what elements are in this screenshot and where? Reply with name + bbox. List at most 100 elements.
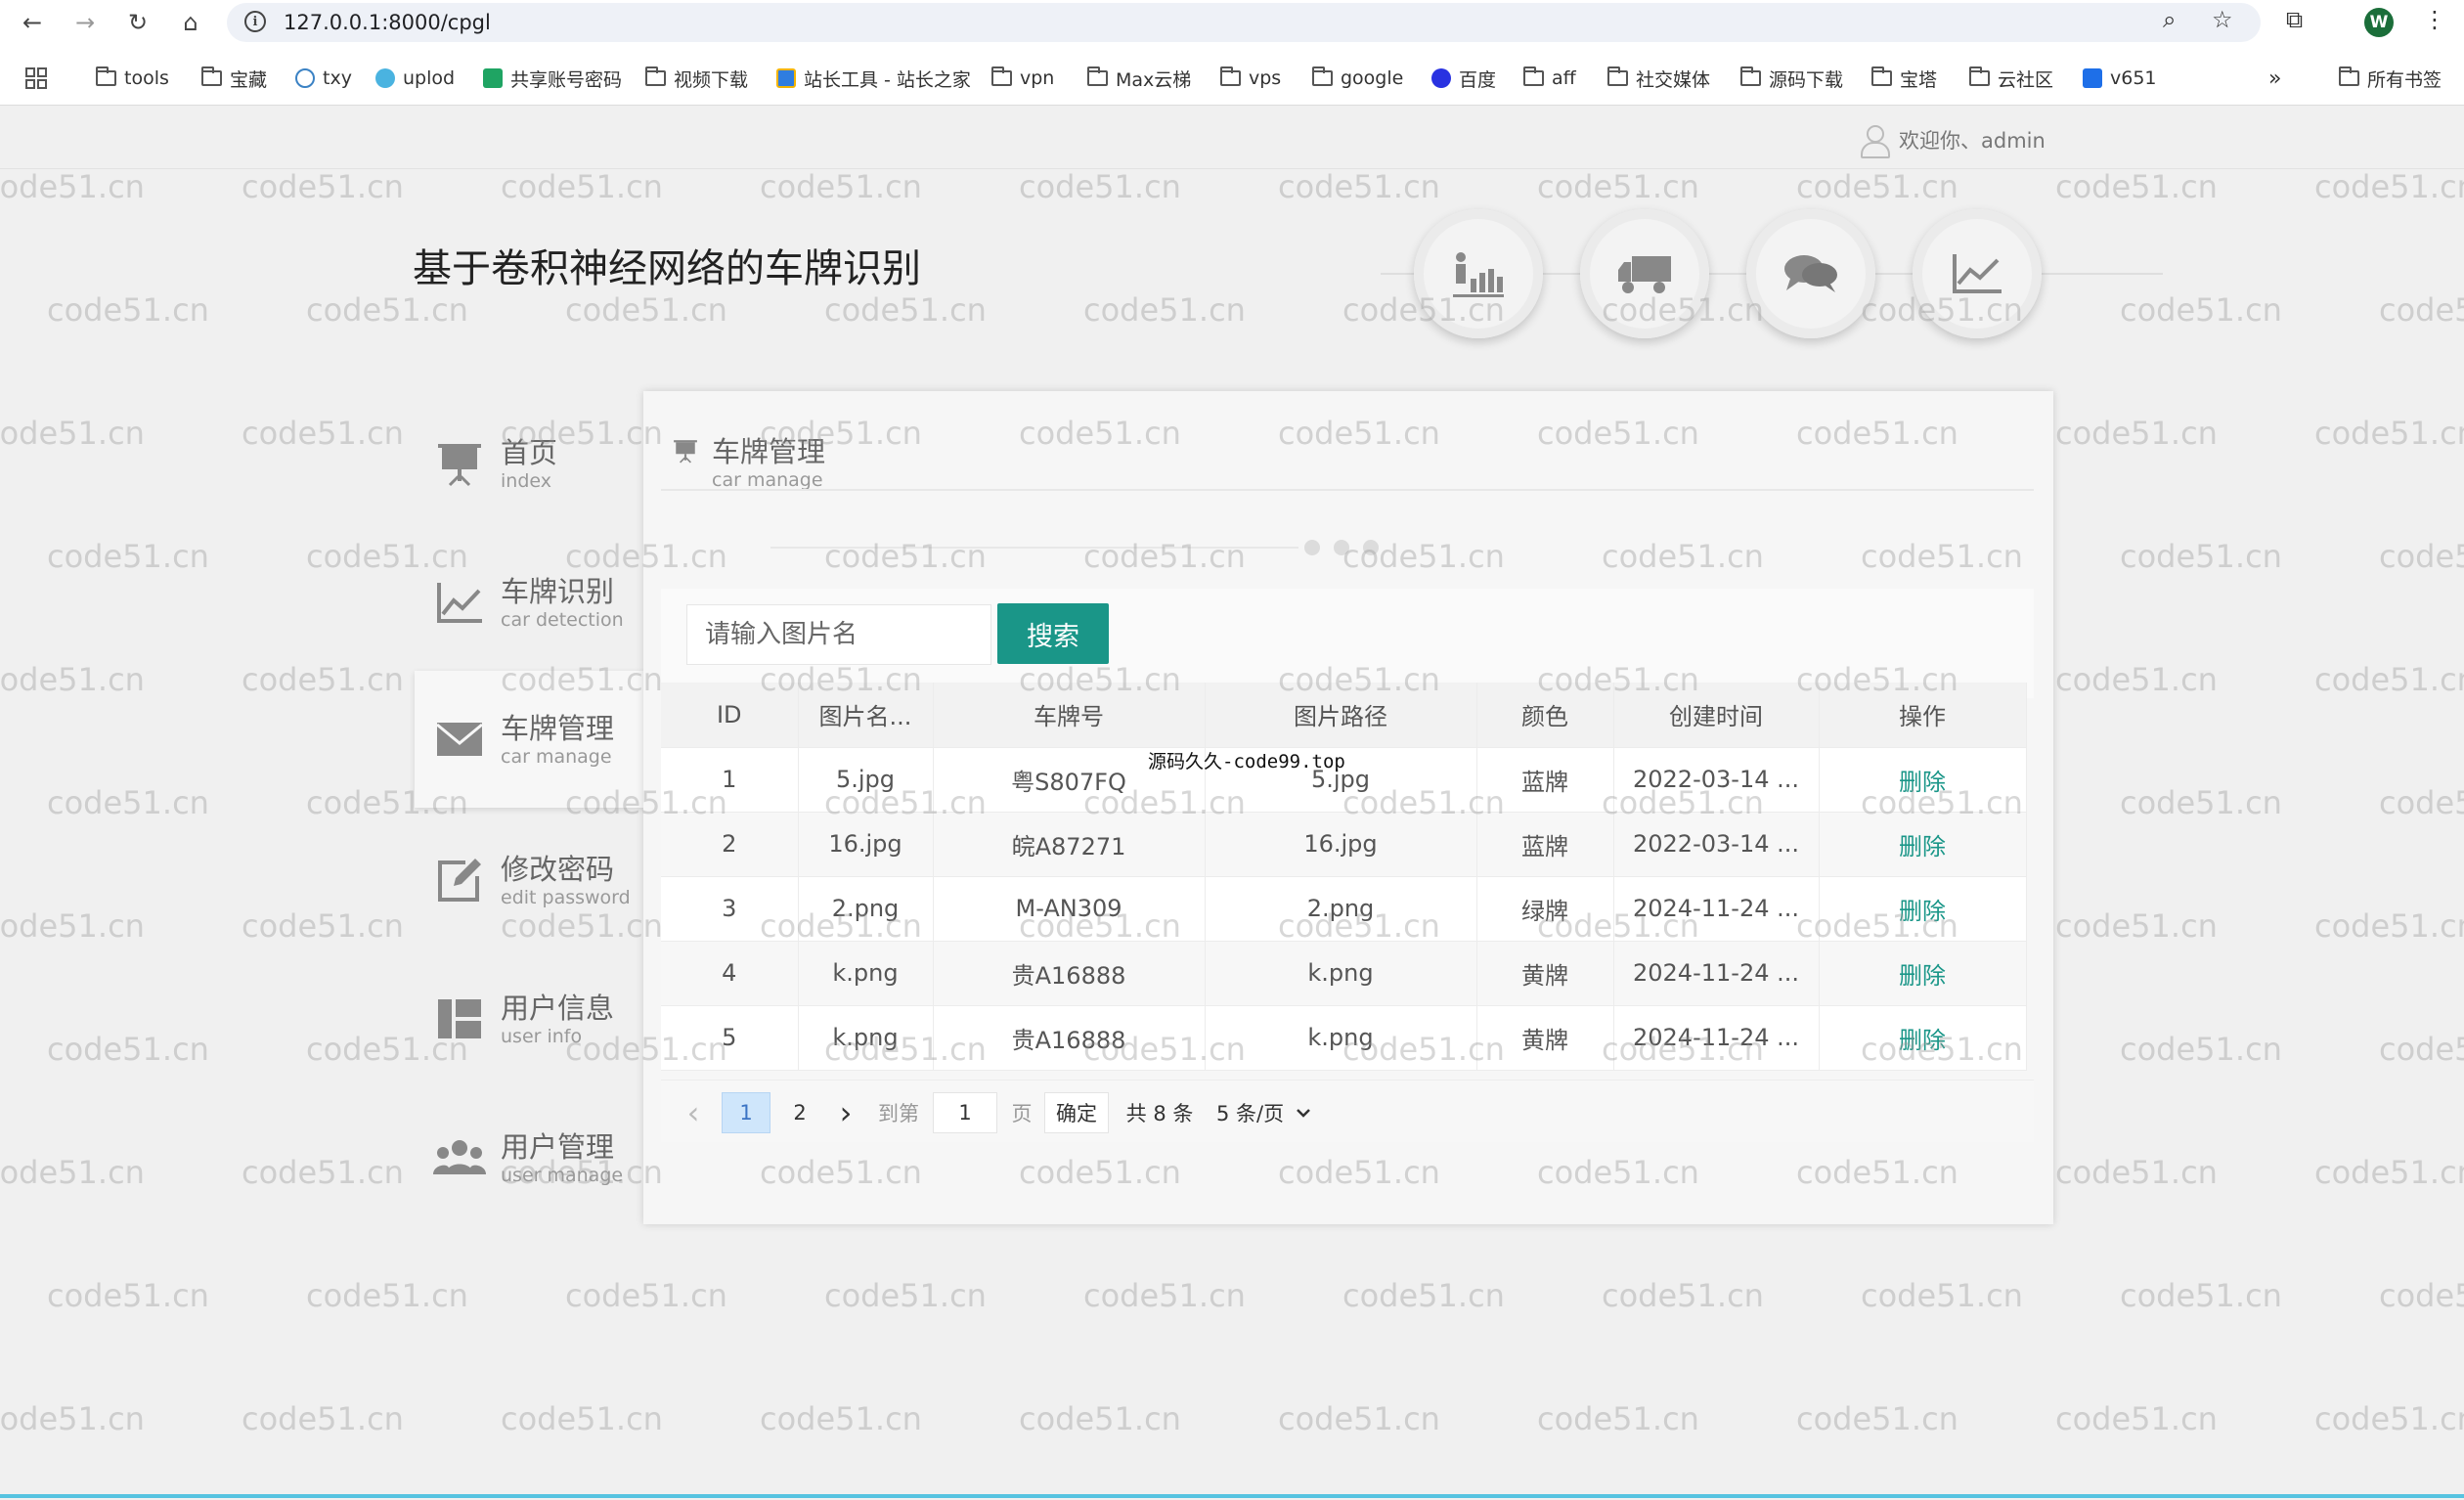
column-header-id[interactable]: ID [661, 683, 799, 748]
column-header-created-time[interactable]: 创建时间 [1613, 683, 1820, 748]
column-header-plate[interactable]: 车牌号 [933, 683, 1206, 748]
bookmark-baozang[interactable]: 宝藏 [201, 65, 267, 92]
back-icon[interactable]: ← [16, 6, 49, 39]
watermark-text: code51.cn [2379, 538, 2464, 575]
bookmark-vps[interactable]: vps [1220, 65, 1281, 92]
bookmark-vpn[interactable]: vpn [991, 65, 1054, 92]
bookmark-video-download[interactable]: 视频下载 [645, 65, 748, 92]
sidebar-item-label: 修改密码 [501, 853, 615, 886]
bookmark-label: 所有书签 [2367, 68, 2442, 91]
address-bar[interactable]: i 127.0.0.1:8000/cpgl [227, 3, 2261, 42]
cell-color: 蓝牌 [1476, 747, 1614, 813]
forward-icon[interactable]: → [68, 6, 102, 39]
watermark-text: code51.cn [2120, 1277, 2282, 1314]
watermark-text: code51.cn [0, 907, 145, 945]
prev-page-icon[interactable]: ‹ [681, 1092, 706, 1133]
welcome-user[interactable]: 欢迎你、admin [1858, 124, 2046, 158]
delete-button[interactable]: 删除 [1819, 876, 2027, 942]
folder-icon [1740, 66, 1761, 86]
page-2-button[interactable]: 2 [780, 1092, 819, 1133]
delete-button[interactable]: 删除 [1819, 941, 2027, 1006]
dot [1304, 540, 1320, 555]
delete-button[interactable]: 删除 [1819, 812, 2027, 877]
folder-icon [991, 66, 1012, 86]
cell-plate: 贵A16888 [933, 941, 1206, 1006]
search-input[interactable] [686, 604, 991, 665]
sidebar-item-user-manage[interactable]: 用户管理 user manage [415, 1089, 647, 1226]
reload-icon[interactable]: ↻ [121, 6, 154, 39]
sidebar-item-car-manage[interactable]: 车牌管理 car manage [415, 671, 647, 808]
panel-subtitle: car manage [712, 469, 823, 491]
column-header-color[interactable]: 颜色 [1476, 683, 1614, 748]
cell-id: 3 [661, 876, 799, 942]
sidebar-item-user-info[interactable]: 用户信息 user info [415, 950, 647, 1087]
all-bookmarks[interactable]: 所有书签 [2339, 65, 2442, 92]
circle-people-chart[interactable] [1414, 209, 1543, 338]
bookmark-star-icon[interactable]: ☆ [2212, 6, 2233, 33]
bookmark-aff[interactable]: aff [1523, 65, 1576, 92]
circle-line-chart[interactable] [1913, 209, 2042, 338]
column-header-image-path[interactable]: 图片路径 [1205, 683, 1477, 748]
bookmark-label: vpn [1020, 67, 1055, 89]
bookmark-label: 云社区 [1998, 68, 2054, 91]
page-1-button[interactable]: 1 [722, 1092, 770, 1133]
bookmark-baota[interactable]: 宝塔 [1871, 65, 1937, 92]
table-row[interactable]: 3 2.png M-AN309 2.png 绿牌 2024-11-24 ... … [661, 876, 2027, 942]
cell-image-name: k.png [798, 1005, 934, 1071]
delete-button[interactable]: 删除 [1819, 747, 2027, 813]
column-header-image-name[interactable]: 图片名... [798, 683, 934, 748]
cell-id: 2 [661, 812, 799, 877]
bookmark-cloud-community[interactable]: 云社区 [1969, 65, 2053, 92]
bookmark-shared-accounts[interactable]: 共享账号密码 [483, 65, 622, 92]
sidebar-item-edit-password[interactable]: 修改密码 edit password [415, 812, 647, 949]
goto-page-input[interactable]: 1 [933, 1092, 997, 1133]
cell-plate: 贵A16888 [933, 1005, 1206, 1071]
bookmark-tools[interactable]: tools [96, 65, 169, 92]
table-row[interactable]: 2 16.jpg 皖A87271 16.jpg 蓝牌 2022-03-14 ..… [661, 812, 2027, 877]
bookmark-google[interactable]: google [1312, 65, 1403, 92]
bookmark-social[interactable]: 社交媒体 [1607, 65, 1710, 92]
table-row[interactable]: 5 k.png 贵A16888 k.png 黄牌 2024-11-24 ... … [661, 1005, 2027, 1071]
watermark-text: code51.cn [2314, 415, 2464, 452]
bookmark-chinaz[interactable]: 站长工具 - 站长之家 [776, 65, 971, 92]
watermark-text: code51.cn [2314, 661, 2464, 698]
home-icon[interactable]: ⌂ [174, 6, 207, 39]
watermark-text: code51.cn [1019, 1400, 1181, 1437]
cell-image-name: 16.jpg [798, 812, 934, 877]
bookmark-v651[interactable]: v651 [2083, 65, 2157, 92]
bookmarks-overflow-icon[interactable]: » [2268, 65, 2281, 92]
zoom-icon[interactable]: ⌕ [2163, 6, 2176, 33]
sidebar-item-car-detection[interactable]: 车牌识别 car detection [415, 534, 647, 671]
people-chart-icon [1453, 252, 1504, 297]
sidebar-item-sublabel: edit password [501, 887, 631, 908]
table-header-row: ID 图片名... 车牌号 图片路径 颜色 创建时间 操作 [661, 683, 2027, 748]
line-chart-icon [1953, 254, 2002, 293]
search-button[interactable]: 搜索 [997, 603, 1109, 664]
circle-chat[interactable] [1746, 209, 1875, 338]
table-row[interactable]: 4 k.png 贵A16888 k.png 黄牌 2024-11-24 ... … [661, 941, 2027, 1006]
page-size-select[interactable]: 5 条/页 [1209, 1092, 1326, 1133]
apps-icon[interactable] [25, 65, 47, 92]
bookmark-uplod[interactable]: uplod [375, 65, 455, 92]
cloud-icon [375, 68, 395, 88]
watermark-text: code51.cn [0, 661, 145, 698]
circle-truck[interactable] [1580, 209, 1709, 338]
watermark-text: code51.cn [1342, 1277, 1505, 1314]
bookmark-max[interactable]: Max云梯 [1087, 65, 1191, 92]
mail-icon [430, 710, 489, 769]
extensions-icon[interactable]: ⧉ [2286, 6, 2303, 33]
bookmark-baidu[interactable]: 百度 [1431, 65, 1496, 92]
profile-avatar[interactable]: W [2364, 8, 2394, 37]
column-header-action[interactable]: 操作 [1819, 683, 2027, 748]
menu-icon[interactable]: ⋮ [2423, 6, 2446, 33]
bookmark-txy[interactable]: txy [295, 65, 352, 92]
delete-button[interactable]: 删除 [1819, 1005, 2027, 1071]
goto-confirm-button[interactable]: 确定 [1044, 1092, 1109, 1133]
site-info-icon[interactable]: i [244, 11, 266, 32]
watermark-text: code51.cn [0, 168, 145, 205]
bookmark-source-download[interactable]: 源码下载 [1740, 65, 1843, 92]
bookmark-label: txy [323, 67, 352, 89]
next-page-icon[interactable]: › [833, 1092, 858, 1133]
sidebar-item-index[interactable]: 首页 index [415, 395, 647, 532]
folder-icon [1871, 66, 1892, 86]
